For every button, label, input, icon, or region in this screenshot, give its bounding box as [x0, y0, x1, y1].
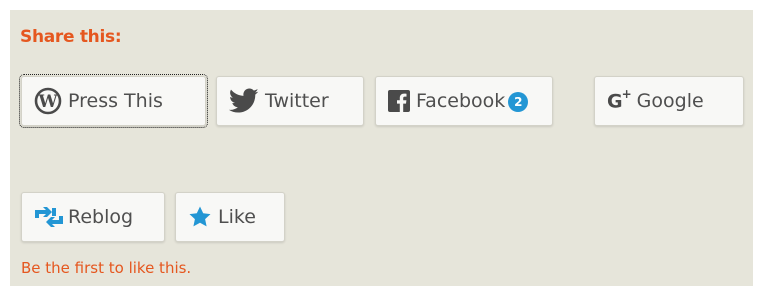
like-button[interactable]: Like — [175, 192, 285, 242]
sharing-panel: Share this: W Press This Twitter Faceboo… — [10, 10, 753, 286]
facebook-label: Facebook — [416, 90, 506, 112]
twitter-label: Twitter — [265, 90, 329, 112]
wordpress-icon: W — [34, 87, 62, 115]
reblog-icon — [34, 206, 64, 228]
facebook-icon — [388, 90, 410, 112]
google-label: Google — [636, 90, 704, 112]
reblog-button[interactable]: Reblog — [21, 192, 165, 242]
like-label: Like — [218, 206, 256, 228]
facebook-button[interactable]: Facebook 2 — [375, 76, 553, 126]
facebook-share-count-badge: 2 — [508, 92, 529, 112]
press-this-button[interactable]: W Press This — [19, 74, 208, 128]
svg-text:W: W — [37, 92, 58, 112]
press-this-label: Press This — [68, 90, 163, 112]
twitter-icon — [229, 88, 259, 114]
twitter-button[interactable]: Twitter — [216, 76, 364, 126]
reblog-label: Reblog — [68, 206, 134, 228]
google-button[interactable]: G+ Google — [594, 76, 744, 126]
share-heading: Share this: — [20, 27, 122, 47]
likes-status-text: Be the first to like this. — [21, 259, 192, 277]
star-icon — [188, 205, 212, 229]
google-plus-icon: G+ — [607, 87, 632, 113]
